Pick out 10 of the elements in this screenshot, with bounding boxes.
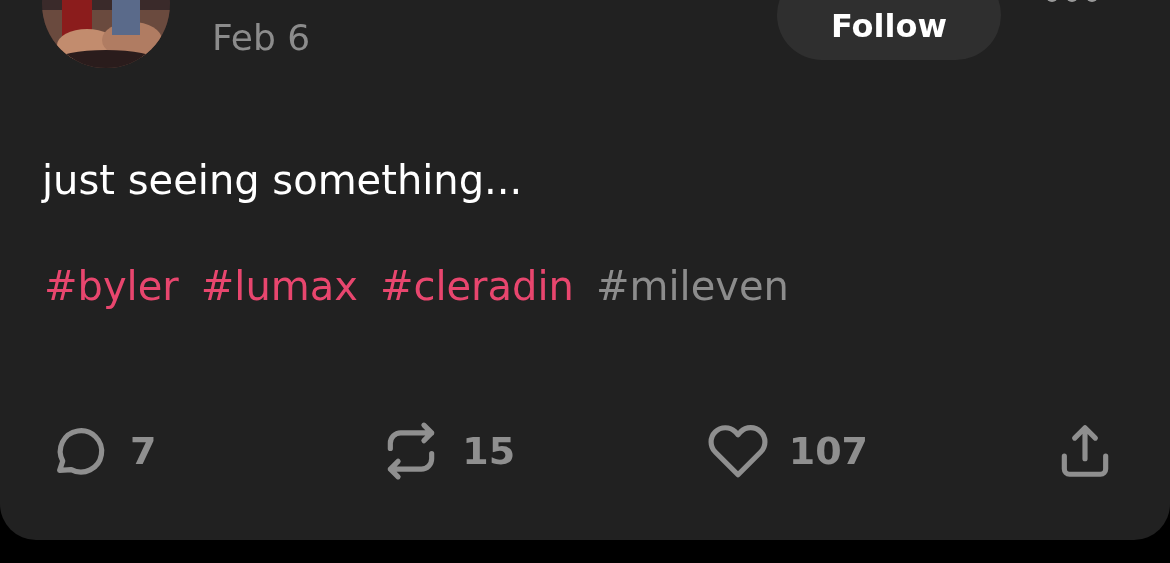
repost-count: 15 (462, 427, 516, 475)
hashtag-link[interactable]: #lumax (200, 258, 358, 314)
hashtag-link[interactable]: #byler (44, 258, 179, 314)
post-date: Feb 6 (212, 16, 311, 60)
hashtag-link[interactable]: #mileven (595, 258, 789, 314)
hashtag-link[interactable]: #cleradin (379, 258, 574, 314)
post-text: just seeing something... (42, 156, 524, 205)
follow-button[interactable]: Follow (777, 0, 1001, 60)
comment-count: 7 (130, 427, 157, 475)
like-count: 107 (788, 427, 868, 475)
